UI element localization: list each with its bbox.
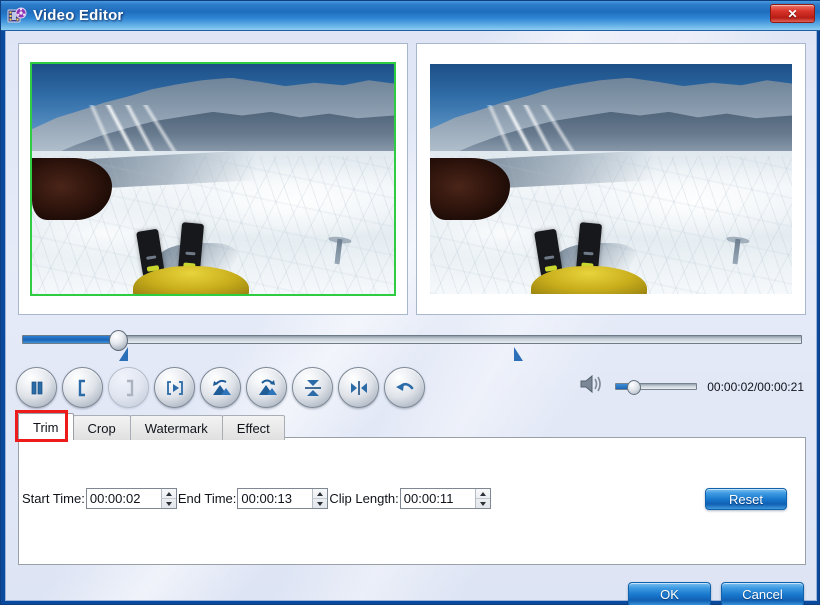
- timeline-progress: [23, 336, 120, 343]
- volume-and-time: 00:00:02/00:00:21: [579, 373, 804, 400]
- pause-icon: [31, 381, 42, 394]
- play-segment-button[interactable]: [154, 367, 195, 408]
- tab-watermark[interactable]: Watermark: [129, 415, 223, 440]
- undo-button[interactable]: [384, 367, 425, 408]
- rotate-right-icon: [258, 379, 277, 395]
- undo-arrow-icon: [395, 382, 413, 391]
- end-time-spin-buttons[interactable]: [312, 489, 328, 508]
- trim-panel: Start Time: End Time: Clip L: [18, 437, 806, 565]
- cancel-button-label: Cancel: [742, 587, 783, 602]
- tab-watermark-label: Watermark: [144, 420, 208, 436]
- tab-crop-label: Crop: [87, 420, 116, 436]
- reset-button-label: Reset: [729, 491, 763, 507]
- play-bracket-icon: [166, 380, 183, 395]
- ski-scene-output: [430, 64, 792, 294]
- volume-handle[interactable]: [626, 380, 641, 395]
- title-bar: Video Editor ✕: [1, 1, 820, 31]
- window-body: 00:00:02/00:00:21 Trim Crop Watermark Ef…: [5, 31, 817, 605]
- start-time-increment[interactable]: [161, 489, 176, 499]
- set-start-button[interactable]: [62, 367, 103, 408]
- tab-effect[interactable]: Effect: [221, 415, 285, 440]
- volume-slider[interactable]: [615, 380, 698, 395]
- output-video-frame: [428, 62, 794, 296]
- end-time-decrement[interactable]: [313, 499, 327, 508]
- tab-trim[interactable]: Trim: [18, 413, 74, 440]
- flip-vertical-icon: [304, 379, 321, 396]
- ok-button[interactable]: OK: [628, 582, 711, 605]
- trim-end-marker[interactable]: [514, 347, 524, 361]
- timeline-track[interactable]: [22, 330, 802, 351]
- tab-crop[interactable]: Crop: [72, 415, 131, 440]
- ok-button-label: OK: [660, 587, 679, 602]
- playback-toolbar: [16, 367, 425, 408]
- trim-start-marker[interactable]: [119, 347, 129, 361]
- clip-length-decrement[interactable]: [476, 499, 490, 508]
- start-time-decrement[interactable]: [162, 499, 176, 508]
- trim-fields-row: Start Time: End Time: Clip L: [22, 488, 492, 509]
- clip-length-increment[interactable]: [475, 489, 490, 499]
- video-film-icon: [7, 6, 27, 26]
- tab-trim-label: Trim: [33, 419, 59, 435]
- end-time-label: End Time:: [177, 491, 237, 506]
- end-time-increment[interactable]: [313, 489, 328, 499]
- output-preview[interactable]: [416, 43, 806, 315]
- speaker-icon[interactable]: [579, 373, 605, 400]
- close-button[interactable]: ✕: [770, 4, 815, 23]
- flip-horizontal-icon: [350, 380, 367, 395]
- dialog-footer: OK Cancel: [628, 582, 804, 605]
- bracket-right-icon: [126, 379, 133, 396]
- clip-length-input[interactable]: [400, 489, 475, 508]
- video-editor-window: Video Editor ✕ 00:00:02/00:00:21 Trim Cr…: [0, 0, 820, 605]
- start-time-spin-buttons[interactable]: [160, 489, 176, 508]
- clip-length-label: Clip Length:: [329, 491, 399, 506]
- set-end-button[interactable]: [108, 367, 149, 408]
- start-time-stepper[interactable]: [85, 488, 177, 509]
- preview-area: [18, 43, 806, 315]
- clip-length-stepper[interactable]: [399, 488, 491, 509]
- source-video-frame: [30, 62, 396, 296]
- editor-tabs: Trim Crop Watermark Effect: [18, 413, 285, 440]
- rotate-left-icon: [212, 379, 231, 395]
- flip-horizontal-button[interactable]: [338, 367, 379, 408]
- bracket-left-icon: [78, 379, 85, 396]
- pause-button[interactable]: [16, 367, 57, 408]
- tab-effect-label: Effect: [236, 420, 270, 436]
- source-preview[interactable]: [18, 43, 408, 315]
- rotate-left-button[interactable]: [200, 367, 241, 408]
- end-time-input[interactable]: [238, 489, 313, 508]
- reset-button[interactable]: Reset: [705, 488, 787, 510]
- close-icon: ✕: [787, 6, 798, 21]
- timeline[interactable]: [18, 327, 806, 363]
- window-title: Video Editor: [33, 7, 124, 24]
- rotate-right-button[interactable]: [246, 367, 287, 408]
- start-time-input[interactable]: [86, 489, 161, 508]
- flip-vertical-button[interactable]: [292, 367, 333, 408]
- clip-length-spin-buttons[interactable]: [474, 489, 490, 508]
- end-time-stepper[interactable]: [237, 488, 329, 509]
- ski-scene-source: [32, 64, 394, 294]
- time-display: 00:00:02/00:00:21: [707, 379, 804, 394]
- start-time-label: Start Time:: [22, 491, 85, 506]
- cancel-button[interactable]: Cancel: [721, 582, 804, 605]
